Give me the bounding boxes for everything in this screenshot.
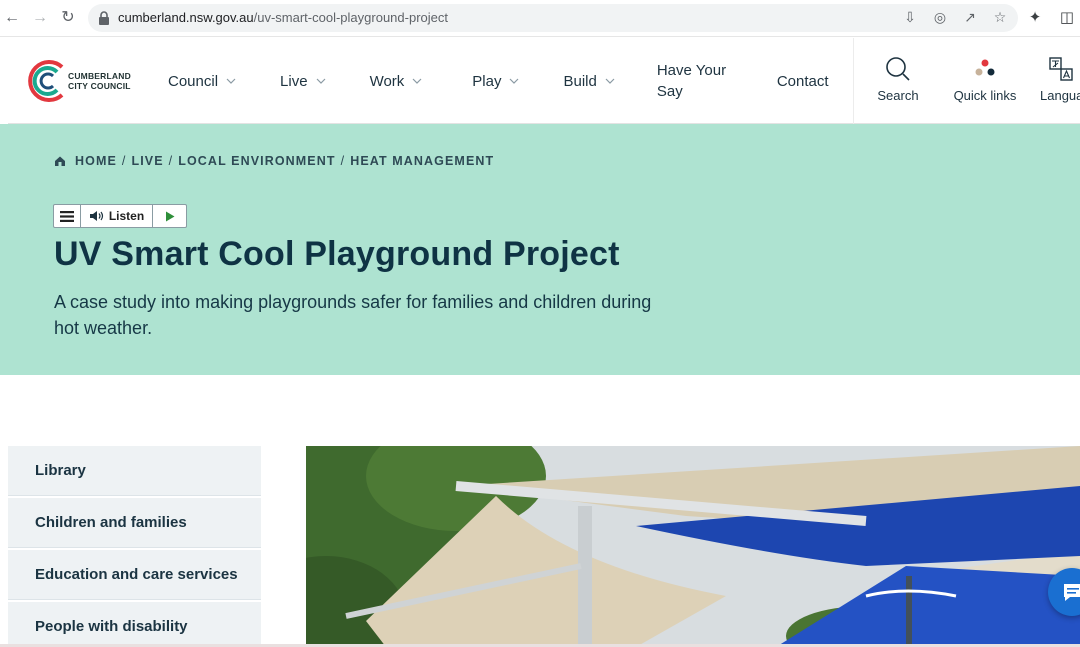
sidebar-item-library[interactable]: Library [8, 446, 261, 496]
chevron-down-icon [412, 78, 422, 84]
logo-mark-icon [28, 60, 64, 102]
chevron-down-icon [316, 78, 325, 84]
chevron-down-icon [510, 78, 519, 84]
quick-links-button[interactable]: Quick links [950, 56, 1020, 103]
browser-toolbar: ← → ↻ cumberland.nsw.gov.au/uv-smart-coo… [0, 0, 1080, 37]
page-subtitle: A case study into making playgrounds saf… [54, 292, 652, 338]
home-icon[interactable] [54, 155, 66, 167]
breadcrumb-live[interactable]: LIVE [131, 154, 163, 168]
sidebar-nav: Library Children and families Education … [8, 446, 261, 647]
hamburger-icon [60, 210, 74, 222]
lock-icon [99, 11, 109, 25]
page-title: UV Smart Cool Playground Project [54, 235, 620, 273]
install-icon[interactable]: ⇩ [902, 9, 918, 25]
search-button[interactable]: Search [876, 56, 920, 103]
breadcrumb-local-environment[interactable]: LOCAL ENVIRONMENT [178, 154, 335, 168]
chat-icon [1064, 584, 1080, 601]
breadcrumb-heat-management[interactable]: HEAT MANAGEMENT [350, 154, 494, 168]
nav-council[interactable]: Council [168, 73, 236, 90]
sidebar-item-people-with-disability[interactable]: People with disability [8, 602, 261, 647]
listen-button[interactable]: Listen [81, 205, 153, 227]
sidepanel-icon[interactable]: ◫ [1058, 9, 1076, 27]
reload-icon[interactable]: ↻ [58, 8, 78, 28]
back-icon[interactable]: ← [2, 8, 22, 28]
nav-have-your-say[interactable]: Have Your Say [657, 60, 737, 102]
nav-work[interactable]: Work [370, 73, 423, 90]
forward-icon[interactable]: → [30, 8, 50, 28]
header-tools: Search Quick links Langua [853, 38, 1080, 124]
eye-off-icon[interactable]: ◎ [932, 9, 948, 25]
search-icon [886, 57, 910, 81]
playground-shade-photo [306, 446, 1080, 647]
nav-play[interactable]: Play [472, 73, 519, 90]
extensions-icon[interactable]: ✦ [1026, 9, 1044, 27]
site-header: CUMBERLAND CITY COUNCIL Council Live Wor… [8, 38, 1080, 124]
speaker-icon [89, 211, 103, 221]
star-icon[interactable]: ☆ [992, 9, 1008, 25]
logo-text: CUMBERLAND CITY COUNCIL [68, 71, 131, 91]
nav-contact[interactable]: Contact [777, 73, 829, 90]
chevron-down-icon [226, 78, 236, 84]
play-button[interactable] [153, 205, 186, 227]
translate-icon [1049, 57, 1073, 81]
cumberland-logo[interactable]: CUMBERLAND CITY COUNCIL [26, 57, 136, 105]
nav-live[interactable]: Live [280, 73, 326, 90]
breadcrumb: HOME / LIVE / LOCAL ENVIRONMENT / HEAT M… [54, 154, 494, 168]
main-nav: Council Live Work Play Build Have Your S… [158, 38, 829, 124]
listen-menu-button[interactable] [54, 205, 81, 227]
sidebar-item-education-and-care-services[interactable]: Education and care services [8, 550, 261, 600]
language-button[interactable]: Langua [1040, 56, 1080, 103]
listen-widget: Listen [53, 204, 187, 228]
sidebar-item-children-and-families[interactable]: Children and families [8, 498, 261, 548]
chevron-down-icon [605, 78, 615, 84]
url-text: cumberland.nsw.gov.au/uv-smart-cool-play… [118, 10, 448, 25]
play-icon [165, 211, 174, 221]
nav-build[interactable]: Build [563, 73, 615, 90]
hero-banner: HOME / LIVE / LOCAL ENVIRONMENT / HEAT M… [0, 124, 1080, 375]
address-bar[interactable]: cumberland.nsw.gov.au/uv-smart-cool-play… [88, 4, 1018, 32]
share-icon[interactable]: ↗ [962, 9, 978, 25]
breadcrumb-home[interactable]: HOME [75, 154, 117, 168]
chat-button[interactable] [1048, 568, 1080, 616]
quick-links-icon [975, 59, 995, 76]
